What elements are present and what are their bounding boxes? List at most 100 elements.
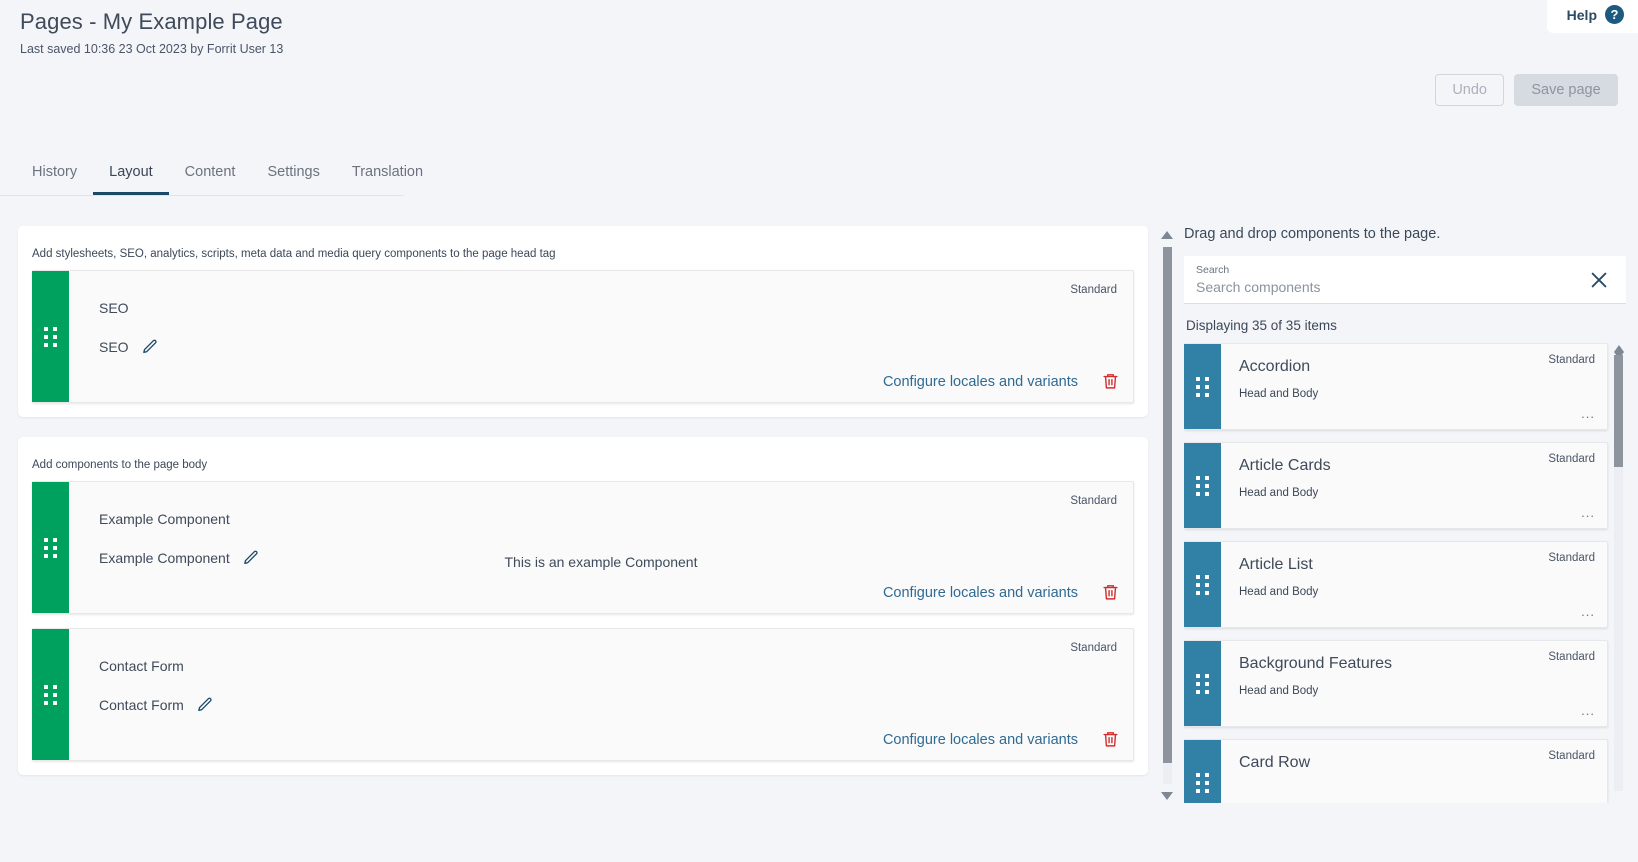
search-field[interactable]: Search Search components — [1196, 265, 1588, 294]
list-item-subtitle: Head and Body — [1239, 685, 1319, 697]
drag-handle[interactable] — [32, 629, 69, 760]
drag-handle[interactable] — [32, 482, 69, 613]
save-page-button[interactable]: Save page — [1514, 74, 1618, 106]
drag-handle[interactable] — [1184, 344, 1221, 429]
component-body: Standard Example Component This is an ex… — [69, 482, 1133, 613]
tab-content[interactable]: Content — [169, 160, 252, 195]
grip-icon — [44, 326, 57, 347]
delete-trash-icon[interactable] — [1102, 583, 1119, 602]
list-scroll-up-arrow-icon[interactable] — [1614, 345, 1624, 352]
palette-items: Standard Accordion Head and Body ... Sta… — [1184, 343, 1608, 803]
edit-pencil-icon[interactable] — [196, 696, 213, 713]
drag-handle[interactable] — [1184, 740, 1221, 803]
delete-trash-icon[interactable] — [1102, 730, 1119, 749]
configure-locales-link[interactable]: Configure locales and variants — [883, 374, 1078, 390]
overflow-menu-icon[interactable]: ... — [1581, 505, 1595, 520]
undo-button[interactable]: Undo — [1435, 74, 1504, 106]
scroll-up-arrow-icon[interactable] — [1161, 231, 1173, 239]
list-item-body: Standard Article Cards Head and Body ... — [1221, 443, 1607, 528]
drag-handle[interactable] — [32, 271, 69, 402]
head-section: Add stylesheets, SEO, analytics, scripts… — [18, 226, 1148, 417]
component-name: Contact Form — [99, 658, 184, 674]
scrollbar-thumb[interactable] — [1162, 247, 1172, 763]
configure-locales-link[interactable]: Configure locales and variants — [883, 585, 1078, 601]
tab-settings[interactable]: Settings — [251, 160, 335, 195]
configure-locales-link[interactable]: Configure locales and variants — [883, 732, 1078, 748]
overflow-menu-icon[interactable]: ... — [1581, 703, 1595, 718]
search-field-wrapper[interactable]: Search Search components — [1184, 256, 1626, 304]
scrollbar-track[interactable] — [1162, 247, 1172, 784]
tab-translation[interactable]: Translation — [336, 160, 439, 195]
status-badge: Standard — [1548, 354, 1595, 366]
help-button[interactable]: Help ? — [1546, 0, 1638, 33]
tab-bar: History Layout Content Settings Translat… — [0, 160, 423, 196]
component-body: Standard Contact Form Contact Form Confi… — [69, 629, 1133, 760]
layout-editor: Add stylesheets, SEO, analytics, scripts… — [18, 226, 1148, 795]
grip-icon — [1196, 772, 1209, 793]
list-item-body: Standard Card Row — [1221, 740, 1607, 803]
tab-layout[interactable]: Layout — [93, 160, 169, 195]
tab-history[interactable]: History — [16, 160, 93, 195]
list-scrollbar-thumb[interactable] — [1614, 355, 1623, 467]
search-label: Search — [1196, 264, 1230, 277]
clear-search-icon[interactable] — [1588, 269, 1610, 291]
list-item-title: Article Cards — [1239, 457, 1331, 474]
list-item-body: Standard Background Features Head and Bo… — [1221, 641, 1607, 726]
grip-icon — [1196, 376, 1209, 397]
list-item-body: Standard Accordion Head and Body ... — [1221, 344, 1607, 429]
palette-item-count: Displaying 35 of 35 items — [1186, 318, 1337, 333]
status-badge: Standard — [1548, 453, 1595, 465]
drag-handle[interactable] — [1184, 641, 1221, 726]
drag-handle[interactable] — [1184, 443, 1221, 528]
status-badge: Standard — [1548, 750, 1595, 762]
component-palette: Drag and drop components to the page. Se… — [1158, 226, 1626, 806]
palette-inner-scrollbar[interactable] — [1612, 343, 1626, 803]
component-name: Example Component — [99, 511, 230, 527]
status-badge: Standard — [1548, 651, 1595, 663]
delete-trash-icon[interactable] — [1102, 372, 1119, 391]
grip-icon — [1196, 475, 1209, 496]
edit-pencil-icon[interactable] — [141, 338, 158, 355]
list-item[interactable]: Standard Background Features Head and Bo… — [1184, 640, 1608, 727]
scroll-down-arrow-icon[interactable] — [1161, 792, 1173, 800]
component-label-row: SEO — [99, 338, 1117, 355]
body-section-hint: Add components to the page body — [32, 459, 208, 471]
edit-pencil-icon[interactable] — [242, 549, 259, 566]
list-item-subtitle: Head and Body — [1239, 586, 1319, 598]
drag-handle[interactable] — [1184, 542, 1221, 627]
head-section-hint: Add stylesheets, SEO, analytics, scripts… — [32, 248, 556, 260]
component-footer: Configure locales and variants — [883, 583, 1119, 602]
list-item[interactable]: Standard Accordion Head and Body ... — [1184, 343, 1608, 430]
list-item-subtitle: Head and Body — [1239, 487, 1319, 499]
list-item-subtitle: Head and Body — [1239, 388, 1319, 400]
palette-list: Standard Accordion Head and Body ... Sta… — [1184, 343, 1626, 803]
component-body: Standard SEO SEO Configure locales and v… — [69, 271, 1133, 402]
list-item[interactable]: Standard Article List Head and Body ... — [1184, 541, 1608, 628]
list-item-body: Standard Article List Head and Body ... — [1221, 542, 1607, 627]
list-item[interactable]: Standard Card Row — [1184, 739, 1608, 803]
palette-content: Drag and drop components to the page. Se… — [1184, 226, 1626, 803]
last-saved-text: Last saved 10:36 23 Oct 2023 by Forrit U… — [20, 42, 284, 56]
status-badge: Standard — [1070, 495, 1117, 507]
list-item-title: Article List — [1239, 556, 1313, 573]
component-label-row: Example Component — [99, 549, 1117, 566]
search-input[interactable]: Search components — [1196, 280, 1588, 294]
component-name: SEO — [99, 300, 129, 316]
component-row[interactable]: Standard SEO SEO Configure locales and v… — [32, 270, 1134, 403]
status-badge: Standard — [1548, 552, 1595, 564]
page-header: Pages - My Example Page Last saved 10:36… — [20, 9, 283, 56]
component-label: Contact Form — [99, 696, 184, 713]
component-label: SEO — [99, 338, 129, 355]
palette-outer-scrollbar[interactable] — [1158, 226, 1176, 804]
page-title: Pages - My Example Page — [20, 9, 283, 34]
list-item-title: Accordion — [1239, 358, 1311, 375]
grip-icon — [44, 684, 57, 705]
component-row[interactable]: Standard Example Component This is an ex… — [32, 481, 1134, 614]
overflow-menu-icon[interactable]: ... — [1581, 604, 1595, 619]
overflow-menu-icon[interactable]: ... — [1581, 406, 1595, 421]
help-label: Help — [1566, 6, 1597, 23]
list-scrollbar-track[interactable] — [1614, 355, 1623, 791]
list-item[interactable]: Standard Article Cards Head and Body ... — [1184, 442, 1608, 529]
component-row[interactable]: Standard Contact Form Contact Form Confi… — [32, 628, 1134, 761]
grip-icon — [44, 537, 57, 558]
